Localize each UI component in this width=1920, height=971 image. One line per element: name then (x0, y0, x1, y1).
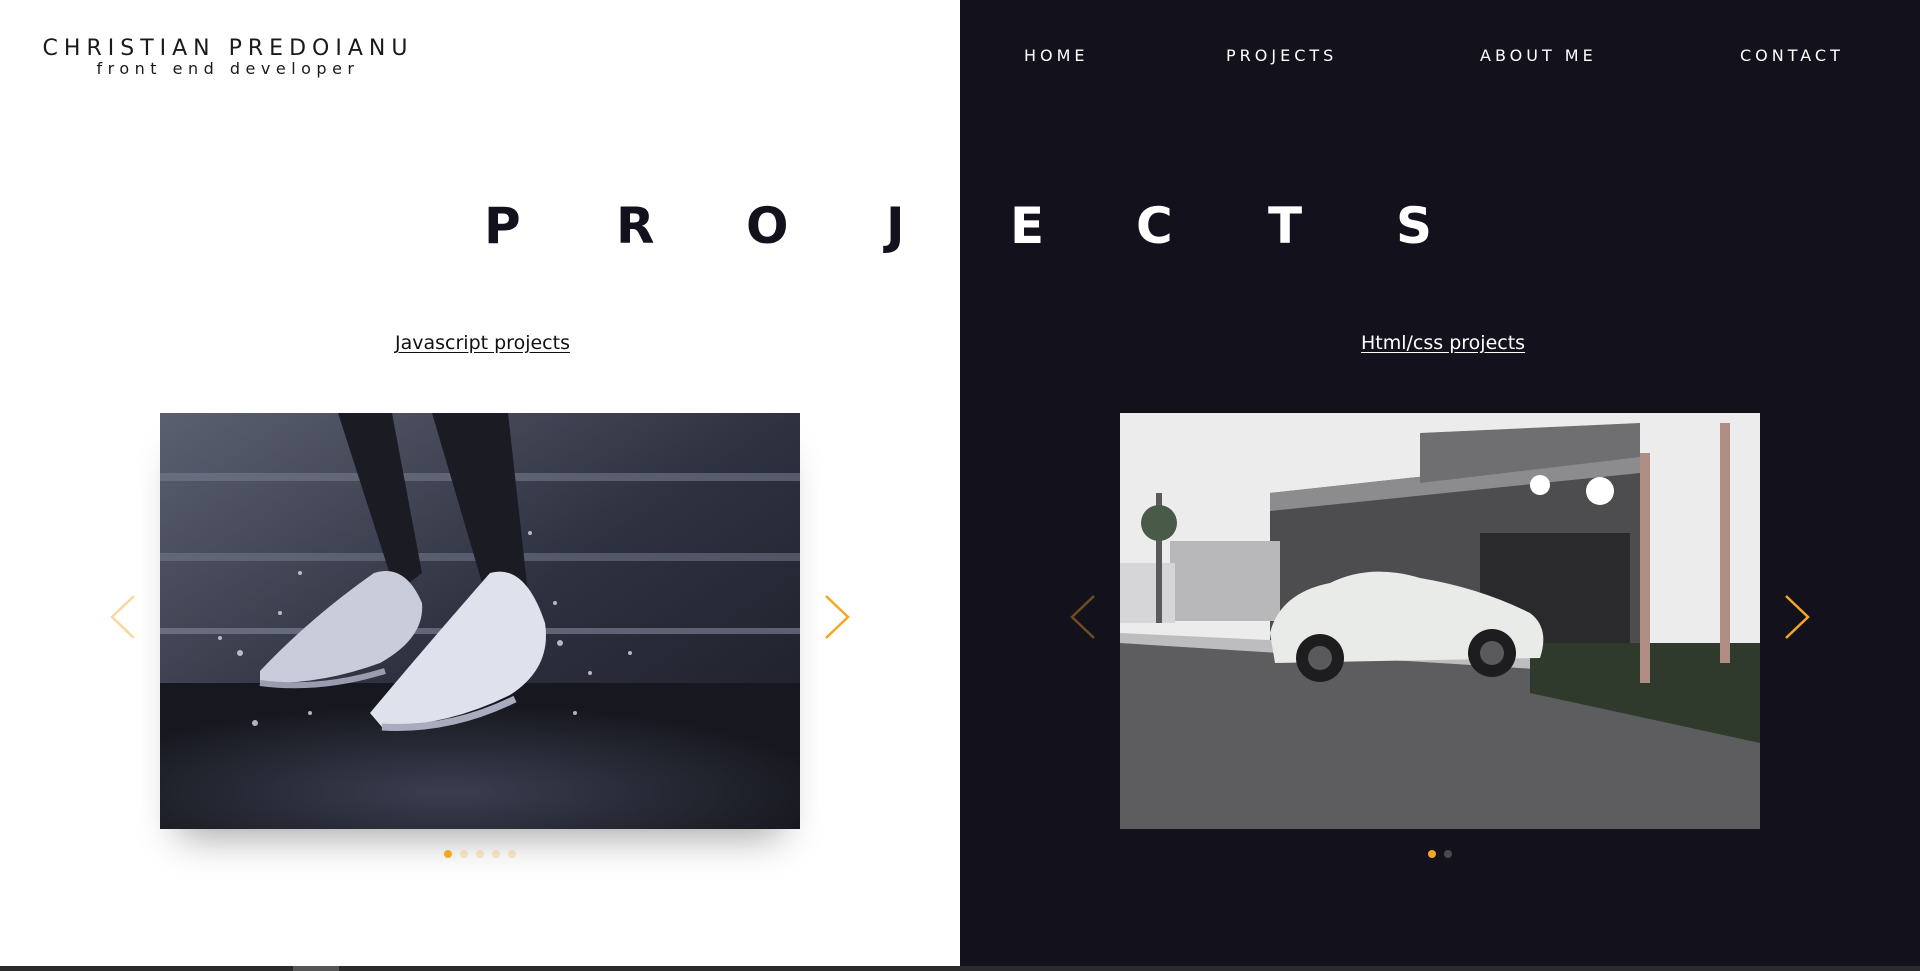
slide-dot-active[interactable] (1428, 850, 1436, 858)
javascript-slide-indicators (444, 850, 516, 858)
htmlcss-prev-button[interactable] (1068, 592, 1098, 642)
nav-projects[interactable]: PROJECTS (1226, 46, 1337, 65)
chevron-right-icon (825, 595, 850, 639)
brand-logo[interactable]: CHRISTIAN PREDOIANU front end developer (38, 36, 418, 78)
javascript-project-slide[interactable] (160, 413, 800, 829)
scrollbar-thumb[interactable] (293, 966, 339, 971)
brand-role: front end developer (96, 59, 360, 78)
htmlcss-slide-indicators (1428, 850, 1452, 858)
chevron-left-icon (110, 595, 135, 639)
slide-dot[interactable] (476, 850, 484, 858)
title-letter: T (1268, 197, 1303, 255)
nav-about-me[interactable]: ABOUT ME (1480, 46, 1597, 65)
nav-home[interactable]: HOME (1024, 46, 1089, 65)
title-letter: P (484, 197, 521, 255)
title-letter: R (616, 197, 655, 255)
porsche-photo (1120, 413, 1760, 829)
slide-dot-active[interactable] (444, 850, 452, 858)
title-letter: C (1136, 197, 1173, 255)
slide-dot[interactable] (1444, 850, 1452, 858)
javascript-prev-button[interactable] (108, 592, 138, 642)
sneakers-photo (160, 413, 800, 829)
title-letter: E (1010, 197, 1045, 255)
javascript-projects-link[interactable]: Javascript projects (395, 332, 570, 354)
nav-contact[interactable]: CONTACT (1740, 46, 1844, 65)
chevron-left-icon (1070, 595, 1095, 639)
horizontal-scrollbar[interactable] (0, 966, 1920, 971)
slide-dot[interactable] (460, 850, 468, 858)
title-letter: S (1396, 197, 1433, 255)
htmlcss-next-button[interactable] (1782, 592, 1812, 642)
slide-dot[interactable] (508, 850, 516, 858)
title-letter: J (886, 197, 905, 255)
slide-dot[interactable] (492, 850, 500, 858)
page-title: P R O J E C T S (0, 196, 1920, 256)
brand-name: CHRISTIAN PREDOIANU (42, 36, 414, 61)
chevron-right-icon (1785, 595, 1810, 639)
title-letter: O (746, 197, 789, 255)
htmlcss-project-slide[interactable] (1120, 413, 1760, 829)
javascript-next-button[interactable] (822, 592, 852, 642)
htmlcss-projects-link[interactable]: Html/css projects (1361, 332, 1525, 354)
